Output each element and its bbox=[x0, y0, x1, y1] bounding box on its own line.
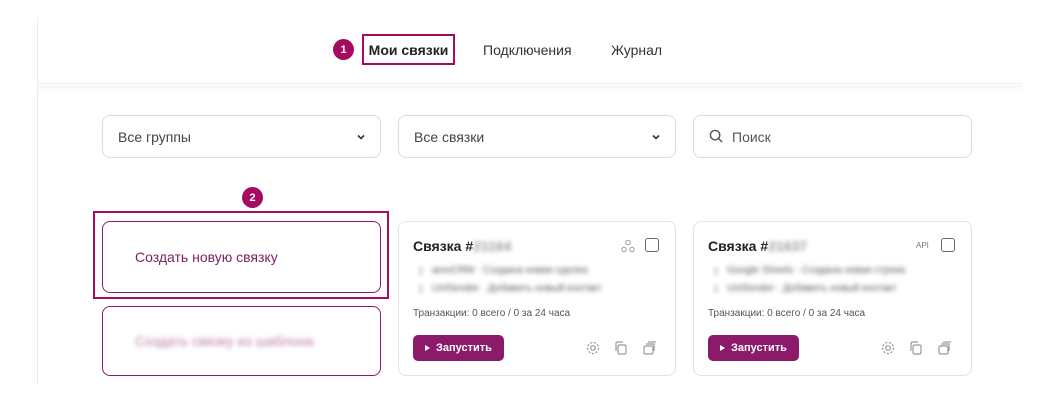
link-card-trigger: amoCRM · Создана новая сделка bbox=[432, 265, 588, 276]
step-badge-2: 2 bbox=[242, 187, 263, 208]
webhook-icon bbox=[621, 239, 635, 253]
link-card-action: UniSender · Добавить новый контакт bbox=[727, 283, 897, 294]
copy-icon[interactable] bbox=[908, 340, 924, 356]
top-nav-shadow bbox=[38, 85, 1022, 91]
run-button[interactable]: Запустить bbox=[413, 335, 504, 361]
groups-select-value: Все группы bbox=[118, 128, 191, 145]
blurred-app-icon bbox=[418, 284, 424, 294]
tab-my-links[interactable]: Мои связки bbox=[362, 34, 455, 65]
create-new-link-label: Создать новую связку bbox=[135, 249, 278, 265]
chevron-down-icon bbox=[357, 134, 365, 140]
blurred-app-icon bbox=[418, 266, 424, 276]
link-card-checkbox[interactable] bbox=[941, 238, 955, 252]
link-card-title: Связка #21164 bbox=[413, 238, 512, 254]
search-placeholder: Поиск bbox=[732, 128, 771, 145]
template-icon[interactable] bbox=[641, 340, 657, 356]
gear-icon[interactable] bbox=[880, 340, 896, 356]
chevron-down-icon bbox=[652, 134, 660, 140]
tab-journal[interactable]: Журнал bbox=[611, 42, 662, 58]
create-new-link-button[interactable]: Создать новую связку bbox=[102, 221, 381, 293]
run-button[interactable]: Запустить bbox=[708, 335, 799, 361]
link-card-action: UniSender · Добавить новый контакт bbox=[432, 283, 602, 294]
tab-connections[interactable]: Подключения bbox=[483, 42, 572, 58]
run-button-label: Запустить bbox=[731, 342, 787, 354]
link-card-id: 21164 bbox=[473, 238, 512, 254]
groups-select[interactable]: Все группы bbox=[102, 115, 381, 158]
copy-icon[interactable] bbox=[613, 340, 629, 356]
play-icon bbox=[720, 345, 725, 351]
play-icon bbox=[425, 345, 430, 351]
search-input[interactable]: Поиск bbox=[693, 115, 972, 158]
blurred-app-icon bbox=[713, 284, 719, 294]
link-card-trigger: Google Sheets · Создана новая строка bbox=[727, 265, 906, 276]
create-from-template-button[interactable]: Создать связку из шаблона bbox=[102, 306, 381, 376]
search-icon bbox=[709, 129, 723, 143]
links-select-value: Все связки bbox=[414, 128, 485, 145]
link-card-title: Связка #21637 bbox=[708, 238, 808, 254]
links-select[interactable]: Все связки bbox=[398, 115, 676, 158]
link-card-transactions: Транзакции: 0 всего / 0 за 24 часа bbox=[413, 308, 571, 319]
link-card-checkbox[interactable] bbox=[645, 238, 659, 252]
blurred-app-icon bbox=[713, 266, 719, 276]
step-badge-1: 1 bbox=[333, 39, 354, 60]
gear-icon[interactable] bbox=[585, 340, 601, 356]
api-tag: API bbox=[916, 241, 929, 250]
create-from-template-label: Создать связку из шаблона bbox=[135, 333, 314, 349]
link-card-transactions: Транзакции: 0 всего / 0 за 24 часа bbox=[708, 308, 866, 319]
run-button-label: Запустить bbox=[436, 342, 492, 354]
link-card-id: 21637 bbox=[768, 238, 808, 254]
template-icon[interactable] bbox=[936, 340, 952, 356]
